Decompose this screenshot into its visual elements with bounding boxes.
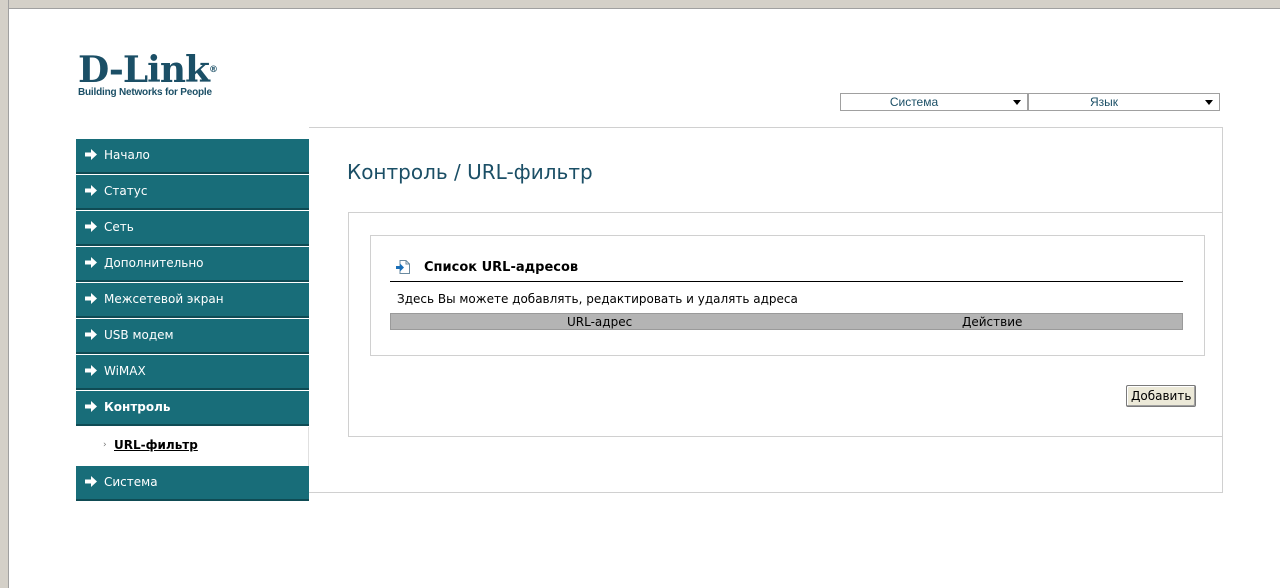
url-table-header: URL-адрес Действие	[390, 313, 1183, 330]
sidebar-item-label: USB модем	[104, 328, 174, 342]
sidebar-subitem-label[interactable]: URL-фильтр	[114, 438, 198, 452]
system-menu-select[interactable]: Система	[840, 93, 1028, 111]
section-title: Список URL-адресов	[424, 260, 579, 275]
page-title: Контроль / URL-фильтр	[347, 160, 593, 184]
column-header-action: Действие	[962, 315, 1023, 329]
arrow-right-icon	[85, 401, 97, 412]
column-header-url: URL-адрес	[567, 315, 633, 329]
language-select[interactable]: Язык	[1028, 93, 1220, 111]
sidebar-item-label: Дополнительно	[104, 256, 204, 270]
section-description: Здесь Вы можете добавлять, редактировать…	[397, 292, 798, 306]
bullet-icon: ›	[103, 440, 107, 450]
document-arrow-icon	[396, 260, 410, 274]
sidebar-item-label: Межсетевой экран	[104, 292, 224, 306]
sidebar-item-system[interactable]: Система	[76, 466, 309, 501]
arrow-right-icon	[85, 476, 97, 487]
arrow-right-icon	[85, 329, 97, 340]
chevron-down-icon	[1205, 100, 1213, 105]
sidebar-item-firewall[interactable]: Межсетевой экран	[76, 283, 309, 318]
sidebar-item-label: WiMAX	[104, 364, 146, 378]
sidebar-item-label: Статус	[104, 184, 148, 198]
system-menu-label: Система	[889, 95, 939, 109]
sidebar-item-label: Сеть	[104, 220, 134, 234]
sidebar-item-label: Начало	[104, 148, 150, 162]
registered-mark-icon: ®	[208, 65, 218, 75]
section-divider	[390, 281, 1183, 282]
sidebar-item-wimax[interactable]: WiMAX	[76, 355, 309, 390]
arrow-right-icon	[85, 365, 97, 376]
arrow-right-icon	[85, 221, 97, 232]
sidebar-item-label: Контроль	[104, 400, 171, 414]
sidebar-item-control[interactable]: Контроль	[76, 391, 309, 426]
window-top-border	[0, 0, 1280, 9]
arrow-right-icon	[85, 149, 97, 160]
logo-tagline: Building Networks for People	[78, 87, 212, 98]
arrow-right-icon	[85, 293, 97, 304]
sidebar-item-status[interactable]: Статус	[76, 175, 309, 210]
sidebar-item-usb-modem[interactable]: USB модем	[76, 319, 309, 354]
sidebar-item-home[interactable]: Начало	[76, 139, 309, 174]
language-select-label: Язык	[1089, 95, 1119, 109]
sidebar-item-label: Система	[104, 475, 158, 489]
arrow-right-icon	[85, 185, 97, 196]
sidebar-subitem-url-filter[interactable]: › URL-фильтр	[76, 427, 309, 466]
sidebar-item-network[interactable]: Сеть	[76, 211, 309, 246]
dlink-logo: D-Link® Building Networks for People	[78, 49, 218, 98]
window-left-border	[0, 0, 9, 588]
add-button[interactable]: Добавить	[1126, 385, 1197, 407]
sidebar-nav: Начало Статус Сеть Дополнительно Межсете…	[76, 139, 309, 502]
sidebar-item-advanced[interactable]: Дополнительно	[76, 247, 309, 282]
logo-text: D-Link	[78, 49, 210, 91]
arrow-right-icon	[85, 257, 97, 268]
